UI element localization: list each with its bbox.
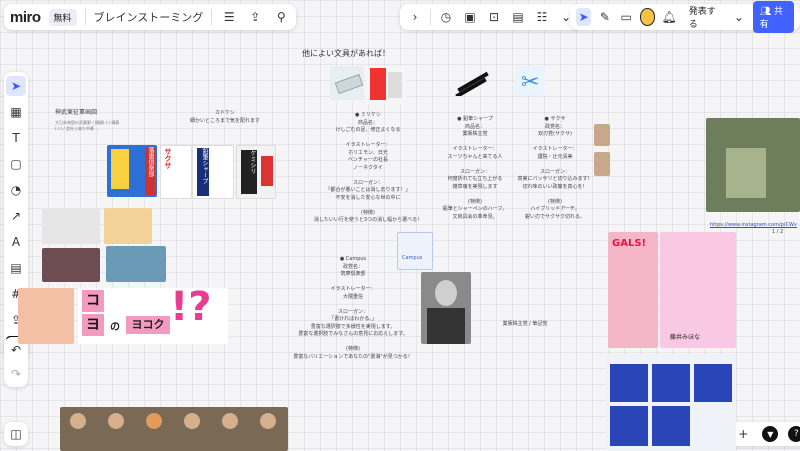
portrait-image[interactable] [421, 272, 471, 344]
pen-icon[interactable]: A [6, 232, 26, 252]
divider [211, 9, 213, 25]
share-button[interactable]: 👥︎ 共有 [752, 1, 794, 33]
manga-author: 藤井みほな [670, 334, 701, 341]
poster-title: サクサ [164, 148, 172, 169]
poster-title: ケミシリ [241, 150, 257, 194]
campus-notebook-image[interactable]: Campus [397, 232, 433, 270]
text-icon[interactable]: T [6, 128, 26, 148]
scissors-image[interactable]: ✂ [515, 66, 545, 96]
board-title[interactable]: ブレインストーミング [94, 9, 204, 25]
miro-logo[interactable]: miro [10, 9, 41, 26]
photo-image[interactable] [42, 208, 100, 244]
undo-redo-panel: ↶ ↷ [4, 337, 28, 387]
user-avatar[interactable] [639, 8, 656, 26]
manga-title: GALS! [612, 238, 647, 249]
instagram-page: 1 / 2 [772, 229, 784, 235]
help-icon[interactable]: ? [788, 426, 800, 442]
kadokeshi-text: カドケシ 細かいところまで気を配れます [189, 110, 260, 124]
instagram-link[interactable]: https://www.instagram.com/p/CWv [710, 222, 797, 230]
pencil-image[interactable] [452, 68, 492, 96]
bell-icon[interactable]: 🔔︎ [661, 8, 676, 26]
poster-image[interactable]: サクサ [160, 145, 192, 199]
stamp-image[interactable] [18, 288, 74, 344]
kokuyo-text-2: ヨ [82, 314, 104, 336]
manga-cover-image[interactable]: 藤井みほな [660, 232, 736, 348]
collab-toolbar: › ◷ ▣ ⊡ ▤ ☷ ⌄ [400, 4, 581, 30]
connector-icon[interactable]: ↗ [6, 206, 26, 226]
present-button[interactable]: 発表する [683, 4, 726, 30]
room-photo-image[interactable] [706, 118, 800, 212]
left-small-text: 大日本帝国の武蔵野 / 鍋鍋(ミ) 鍋蕎(ミ) / 会社ら来た中華 ... [55, 120, 120, 131]
kokuyo-text-1: コク [82, 290, 104, 331]
cursor-icon[interactable]: ➤ [576, 8, 592, 26]
top-left-panel: miro 無料 ブレインストーミング ☰ ⇪ ⚲ [4, 4, 297, 30]
kokuyo-banner-image[interactable]: コク ヨ の ヨコク !? [78, 288, 228, 344]
kokuyo-no: の [110, 322, 120, 333]
timer-icon[interactable]: ◷ [437, 8, 455, 26]
sticky-note-icon[interactable]: ▢ [6, 154, 26, 174]
exclaim-mark: !? [170, 288, 212, 330]
face-image[interactable] [594, 152, 610, 176]
apps-icon[interactable]: ▤ [509, 8, 527, 26]
reaction-icon[interactable]: ✎ [597, 8, 612, 26]
group-photo-image[interactable] [60, 407, 288, 451]
sakusa-text: ● サクサ 政党名： 双刃党(サクサ) イラストレーター： 護院・辻元清美 スロ… [517, 116, 593, 220]
poster-title: 落書倶楽部 [145, 147, 155, 195]
select-icon[interactable]: ➤ [6, 76, 26, 96]
campus-text: ● Campus 政党名： 筑摩倶楽部 イラストレーター： 大隈重信 スローガン… [293, 256, 413, 360]
photo-image[interactable] [104, 208, 152, 244]
notes-icon[interactable]: ☷ [533, 8, 551, 26]
left-label: 神武東征軍画図 [55, 109, 98, 116]
board-heading: 他によい文具があれば！ [302, 49, 390, 58]
manga-cover-image[interactable]: GALS! [608, 232, 658, 348]
upload-icon[interactable]: ⇪ [246, 8, 264, 26]
top-right-panel: ➤ ✎ ▭ 🔔︎ 発表する ⌄ 👥︎ 共有 [570, 1, 800, 33]
share-icon: 👥︎ [759, 7, 774, 17]
chevron-right-icon[interactable]: › [406, 8, 424, 26]
menu-icon[interactable]: ☰ [220, 8, 238, 26]
photo-image[interactable] [106, 246, 166, 282]
sidebar-icon: ◫ [10, 427, 22, 441]
poster-image[interactable]: ケミシリ [236, 145, 276, 199]
comment-tool-icon[interactable]: ▤ [6, 258, 26, 278]
campus-logo: Campus [402, 255, 423, 261]
present-dropdown-icon[interactable]: ⌄ [731, 8, 746, 26]
poster-image[interactable]: 落書倶楽部 [107, 145, 157, 197]
mirikeshi-text: ● ミリケシ 商品名： けしごむの足、修正よくなる イラストレーター： ホリエモ… [313, 112, 423, 223]
screen-share-icon[interactable]: ⊡ [485, 8, 503, 26]
comment-icon[interactable]: ▭ [619, 8, 634, 26]
poster-image[interactable]: 鉛筆シャープ [192, 145, 234, 199]
kokuyo-yokoku: ヨコク [126, 316, 170, 334]
zoom-in-icon[interactable]: + [734, 425, 752, 443]
search-icon[interactable]: ⚲ [272, 8, 290, 26]
templates-icon[interactable]: ▦ [6, 102, 26, 122]
fit-icon[interactable]: ▼ [762, 426, 779, 442]
divider [430, 9, 431, 25]
shapes-icon[interactable]: ◔ [6, 180, 26, 200]
redo-icon[interactable]: ↷ [7, 365, 25, 383]
voting-icon[interactable]: ▣ [461, 8, 479, 26]
photo-image[interactable] [42, 248, 100, 282]
divider [84, 9, 86, 25]
eraser-package-image[interactable] [366, 66, 406, 104]
plan-badge[interactable]: 無料 [48, 8, 77, 26]
poster-title: 鉛筆シャープ [197, 148, 209, 196]
panels-toggle[interactable]: ◫ [4, 422, 28, 446]
eraser-image[interactable] [330, 66, 364, 100]
mid-label: 業販株主党 / 筆記党 [502, 321, 548, 327]
blue-photos-frame[interactable] [606, 354, 736, 451]
face-image[interactable] [594, 124, 610, 146]
